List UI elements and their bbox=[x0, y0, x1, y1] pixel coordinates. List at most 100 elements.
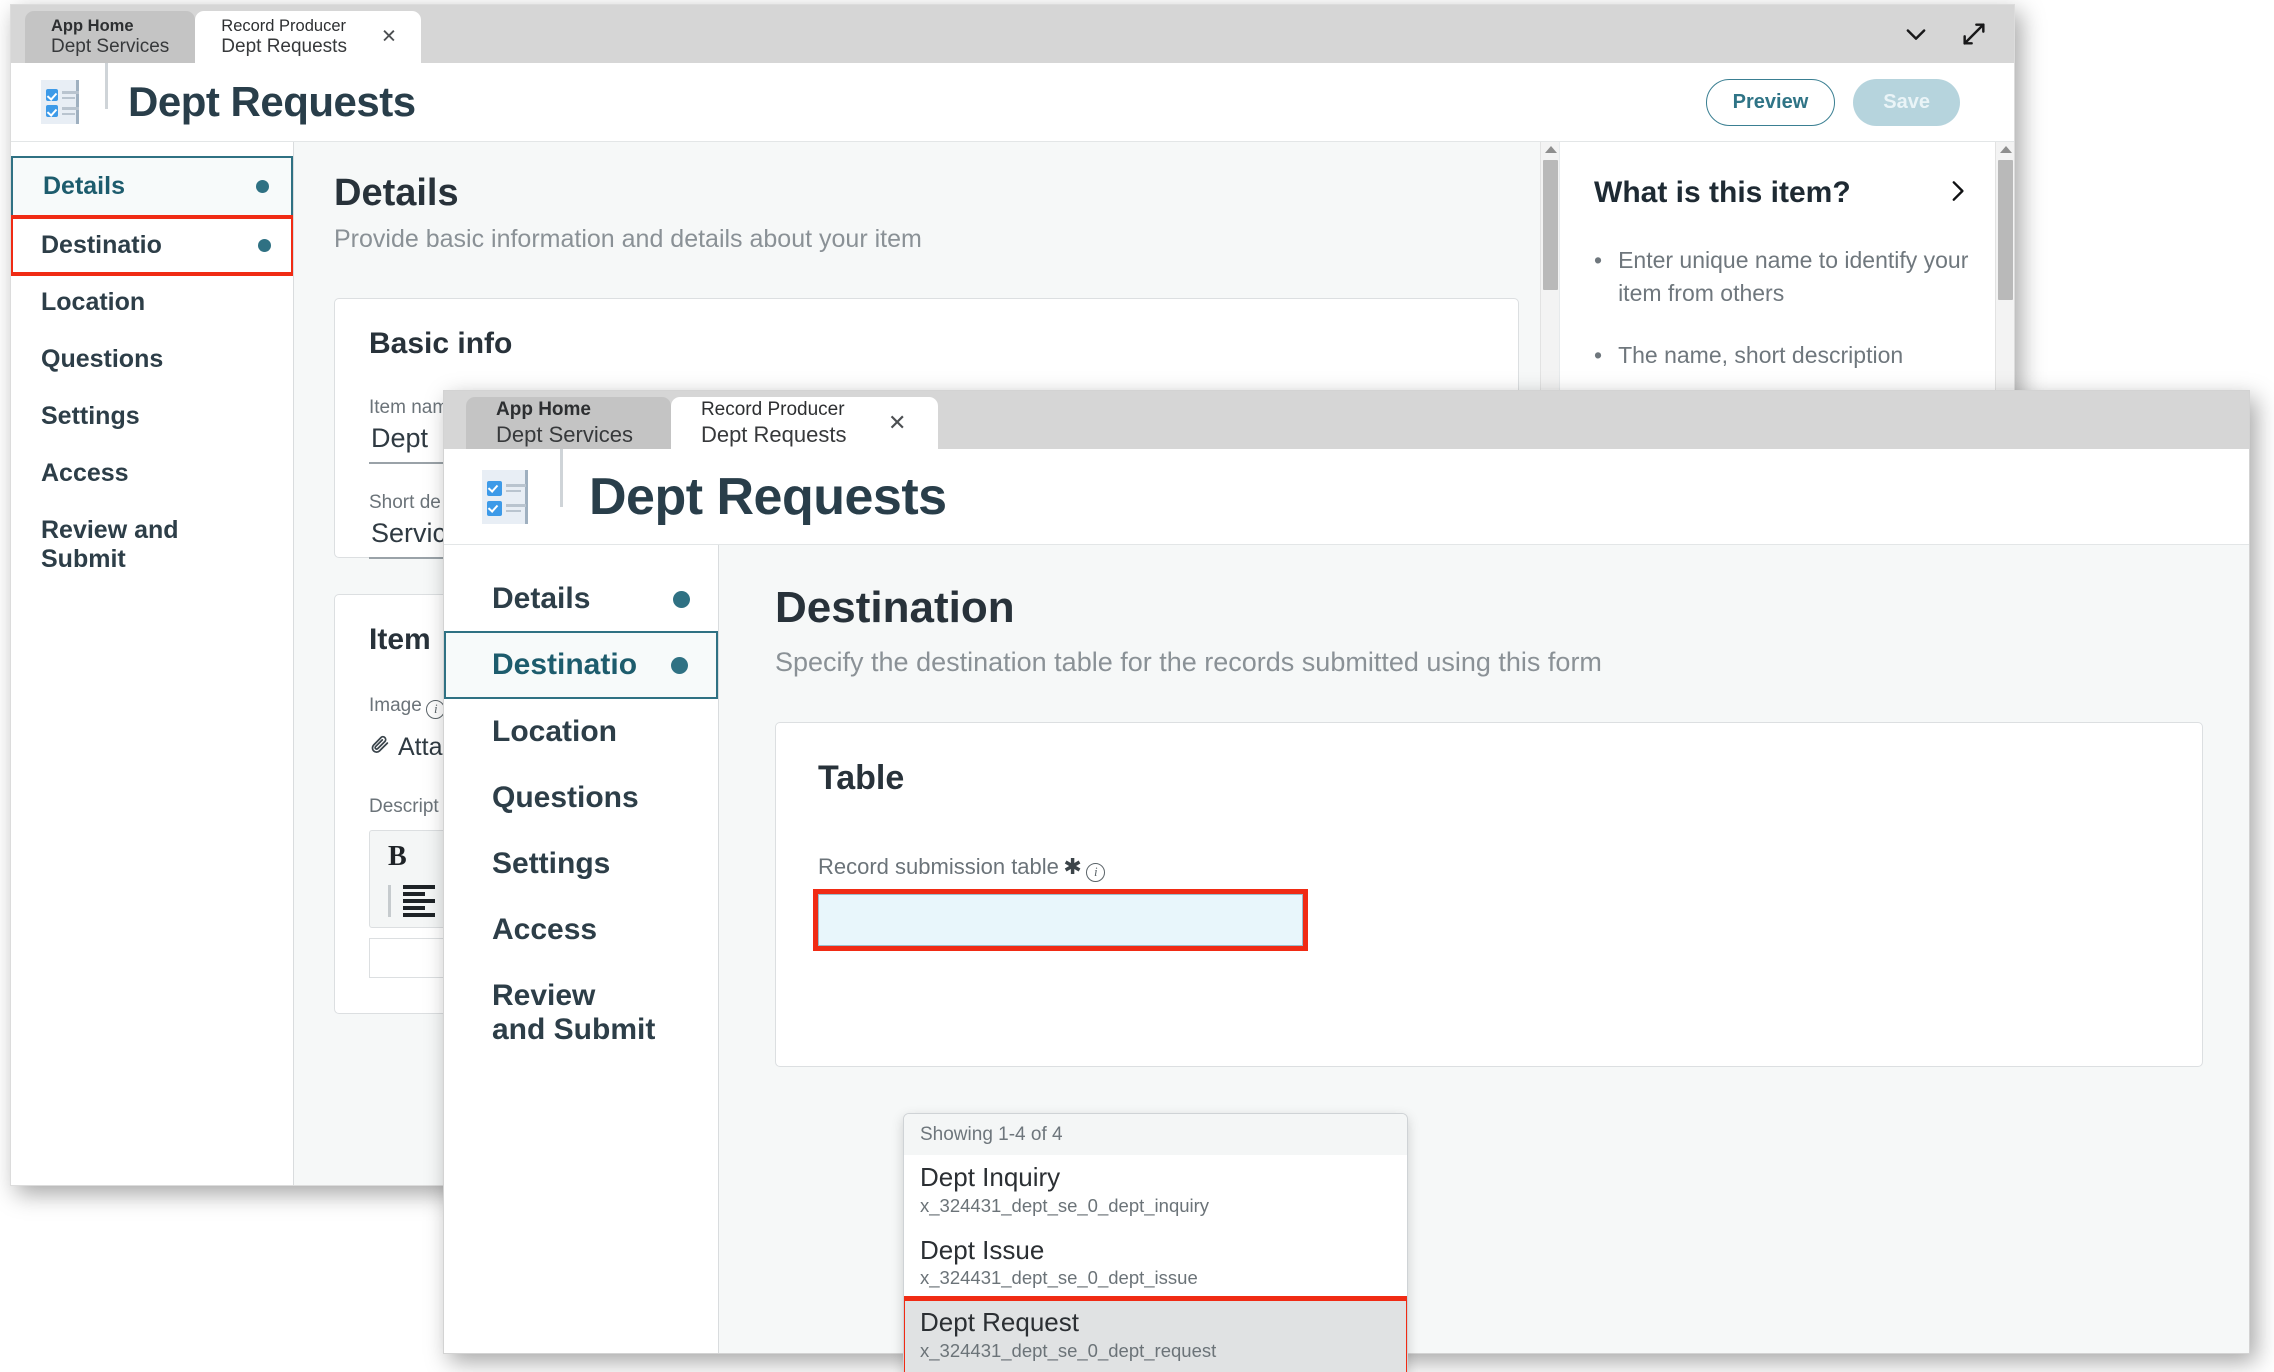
sidebar-item-questions[interactable]: Questions bbox=[11, 331, 293, 388]
bg-tab-title: Dept Services bbox=[51, 36, 170, 58]
sidebar-item-label: Questions bbox=[41, 345, 164, 373]
chevron-right-icon[interactable] bbox=[1944, 178, 1970, 209]
bg-tab-app-home[interactable]: App Home Dept Services bbox=[25, 11, 196, 63]
sidebar-item-label: Access bbox=[41, 459, 129, 487]
dropdown-option[interactable]: Dept Issue x_324431_dept_se_0_dept_issue bbox=[904, 1228, 1407, 1301]
status-dot-icon bbox=[258, 239, 271, 252]
scroll-up-arrow-icon[interactable] bbox=[2000, 146, 2012, 153]
bg-window-controls bbox=[1902, 20, 1988, 48]
dropdown-option-name: Dept Issue bbox=[920, 1234, 1045, 1265]
paperclip-icon bbox=[369, 733, 391, 762]
fg-window-tabbar: App Home Dept Services Record Producer D… bbox=[444, 391, 2249, 449]
bg-window-header: Dept Requests Preview Save bbox=[11, 63, 2014, 141]
image-label: Image bbox=[369, 695, 422, 716]
page-title: Dept Requests bbox=[589, 467, 947, 526]
scroll-up-arrow-icon[interactable] bbox=[1545, 146, 1557, 153]
chevron-down-icon[interactable] bbox=[1902, 20, 1930, 48]
sidebar-item-location[interactable]: Location bbox=[11, 274, 293, 331]
sidebar-item-settings[interactable]: Settings bbox=[444, 831, 718, 897]
sidebar-item-review-and-submit[interactable]: Review and Submit bbox=[11, 502, 211, 588]
record-submission-table-input[interactable] bbox=[819, 894, 1302, 945]
fg-tab-kicker: Record Producer bbox=[700, 399, 845, 421]
help-panel-title: What is this item? bbox=[1594, 176, 1851, 209]
dropdown-result-count: Showing 1-4 of 4 bbox=[904, 1114, 1407, 1155]
page-title: Dept Requests bbox=[128, 78, 416, 125]
preview-button[interactable]: Preview bbox=[1705, 78, 1836, 126]
description-label: Descript bbox=[369, 795, 439, 817]
help-bullet-text: The name, short description bbox=[1618, 342, 1904, 369]
close-icon[interactable]: ✕ bbox=[381, 28, 397, 47]
info-icon[interactable]: i bbox=[1086, 862, 1106, 882]
close-icon[interactable]: ✕ bbox=[888, 412, 906, 434]
dropdown-option-table: x_324431_dept_se_0_dept_request bbox=[920, 1339, 1217, 1361]
fg-main-content: Destination Specify the destination tabl… bbox=[719, 545, 2249, 1372]
section-subtitle: Provide basic information and details ab… bbox=[334, 225, 922, 253]
sidebar-item-label: Details bbox=[492, 582, 591, 615]
scrollbar-thumb[interactable] bbox=[1543, 160, 1558, 290]
bg-sidebar-nav: Details Destinatio Location Questions Se… bbox=[11, 142, 294, 1185]
sidebar-item-settings[interactable]: Settings bbox=[11, 388, 293, 445]
sidebar-item-label: Location bbox=[41, 288, 146, 316]
save-button[interactable]: Save bbox=[1853, 78, 1960, 126]
bullet-icon: • bbox=[1594, 247, 1603, 273]
dropdown-option-table: x_324431_dept_se_0_dept_issue bbox=[920, 1267, 1198, 1289]
sidebar-item-destination[interactable]: Destinatio bbox=[444, 631, 718, 699]
sidebar-item-access[interactable]: Access bbox=[11, 445, 293, 502]
attach-label[interactable]: Atta bbox=[398, 733, 442, 762]
title-divider bbox=[560, 449, 563, 507]
record-submission-table-label: Record submission table bbox=[818, 854, 1059, 879]
section-subtitle: Specify the destination table for the re… bbox=[775, 647, 1602, 677]
fg-window-header: Dept Requests bbox=[444, 449, 2249, 544]
status-dot-icon bbox=[671, 656, 688, 674]
sidebar-item-review-and-submit[interactable]: Review and Submit bbox=[444, 963, 684, 1063]
status-dot-icon bbox=[256, 180, 269, 193]
help-bullet: • Enter unique name to identify your ite… bbox=[1594, 244, 1970, 309]
title-divider bbox=[105, 63, 108, 109]
fg-tab-record-producer[interactable]: Record Producer Dept Requests ✕ bbox=[670, 397, 939, 449]
dropdown-option-name: Dept Request bbox=[920, 1307, 1079, 1338]
basic-info-title: Basic info bbox=[369, 327, 513, 360]
sidebar-item-label: Questions bbox=[492, 781, 639, 814]
sidebar-item-questions[interactable]: Questions bbox=[444, 765, 718, 831]
record-submission-table-combobox[interactable] bbox=[813, 888, 1308, 951]
record-producer-icon bbox=[482, 468, 534, 526]
sidebar-item-details[interactable]: Details bbox=[11, 156, 293, 217]
sidebar-item-label: Details bbox=[43, 172, 125, 200]
dropdown-option-selected[interactable]: Dept Request x_324431_dept_se_0_dept_req… bbox=[904, 1296, 1407, 1372]
bg-tab-kicker: App Home bbox=[51, 16, 134, 35]
sidebar-item-details[interactable]: Details bbox=[444, 567, 718, 631]
sidebar-item-location[interactable]: Location bbox=[444, 699, 718, 765]
bg-header-actions: Preview Save bbox=[1705, 78, 1984, 126]
bg-window-tabbar: App Home Dept Services Record Producer D… bbox=[11, 5, 2014, 63]
fg-tab-app-home[interactable]: App Home Dept Services bbox=[466, 397, 671, 449]
fg-tab-kicker: App Home bbox=[496, 399, 591, 421]
fg-sidebar-nav: Details Destinatio Location Questions Se… bbox=[444, 545, 719, 1353]
section-title: Destination bbox=[775, 583, 1015, 632]
bg-tab-record-producer[interactable]: Record Producer Dept Requests ✕ bbox=[195, 11, 421, 63]
table-card-title: Table bbox=[818, 759, 905, 797]
fg-tab-title: Dept Services bbox=[496, 421, 633, 447]
sidebar-item-label: Settings bbox=[492, 847, 611, 880]
section-title: Details bbox=[334, 172, 459, 214]
dropdown-option-table: x_324431_dept_se_0_dept_inquiry bbox=[920, 1194, 1210, 1216]
fg-tab-title: Dept Requests bbox=[700, 421, 847, 447]
sidebar-item-label: Settings bbox=[41, 402, 140, 430]
sidebar-item-label: Destinatio bbox=[492, 648, 638, 681]
help-bullet-text: Enter unique name to identify your item … bbox=[1618, 247, 1969, 306]
expand-diagonal-icon[interactable] bbox=[1960, 20, 1988, 48]
table-card: Table Record submission table ✱ i bbox=[775, 722, 2203, 1067]
sidebar-item-label: Destinatio bbox=[41, 231, 162, 259]
dropdown-option-name: Dept Inquiry bbox=[920, 1162, 1061, 1192]
sidebar-item-destination[interactable]: Destinatio bbox=[11, 215, 293, 276]
sidebar-item-label: Location bbox=[492, 715, 617, 748]
sidebar-item-access[interactable]: Access bbox=[444, 897, 718, 963]
record-submission-table-dropdown: Showing 1-4 of 4 Dept Inquiry x_324431_d… bbox=[903, 1113, 1408, 1372]
scrollbar-thumb[interactable] bbox=[1998, 160, 2013, 300]
record-producer-icon bbox=[41, 78, 85, 126]
sidebar-item-label: Access bbox=[492, 913, 598, 946]
screenshot-root: App Home Dept Services Record Producer D… bbox=[0, 0, 2274, 1372]
sidebar-item-label: Review and Submit bbox=[492, 979, 656, 1046]
dropdown-option[interactable]: Dept Inquiry x_324431_dept_se_0_dept_inq… bbox=[904, 1155, 1407, 1228]
required-asterisk: ✱ bbox=[1063, 854, 1082, 879]
foreground-window: App Home Dept Services Record Producer D… bbox=[443, 390, 2250, 1372]
